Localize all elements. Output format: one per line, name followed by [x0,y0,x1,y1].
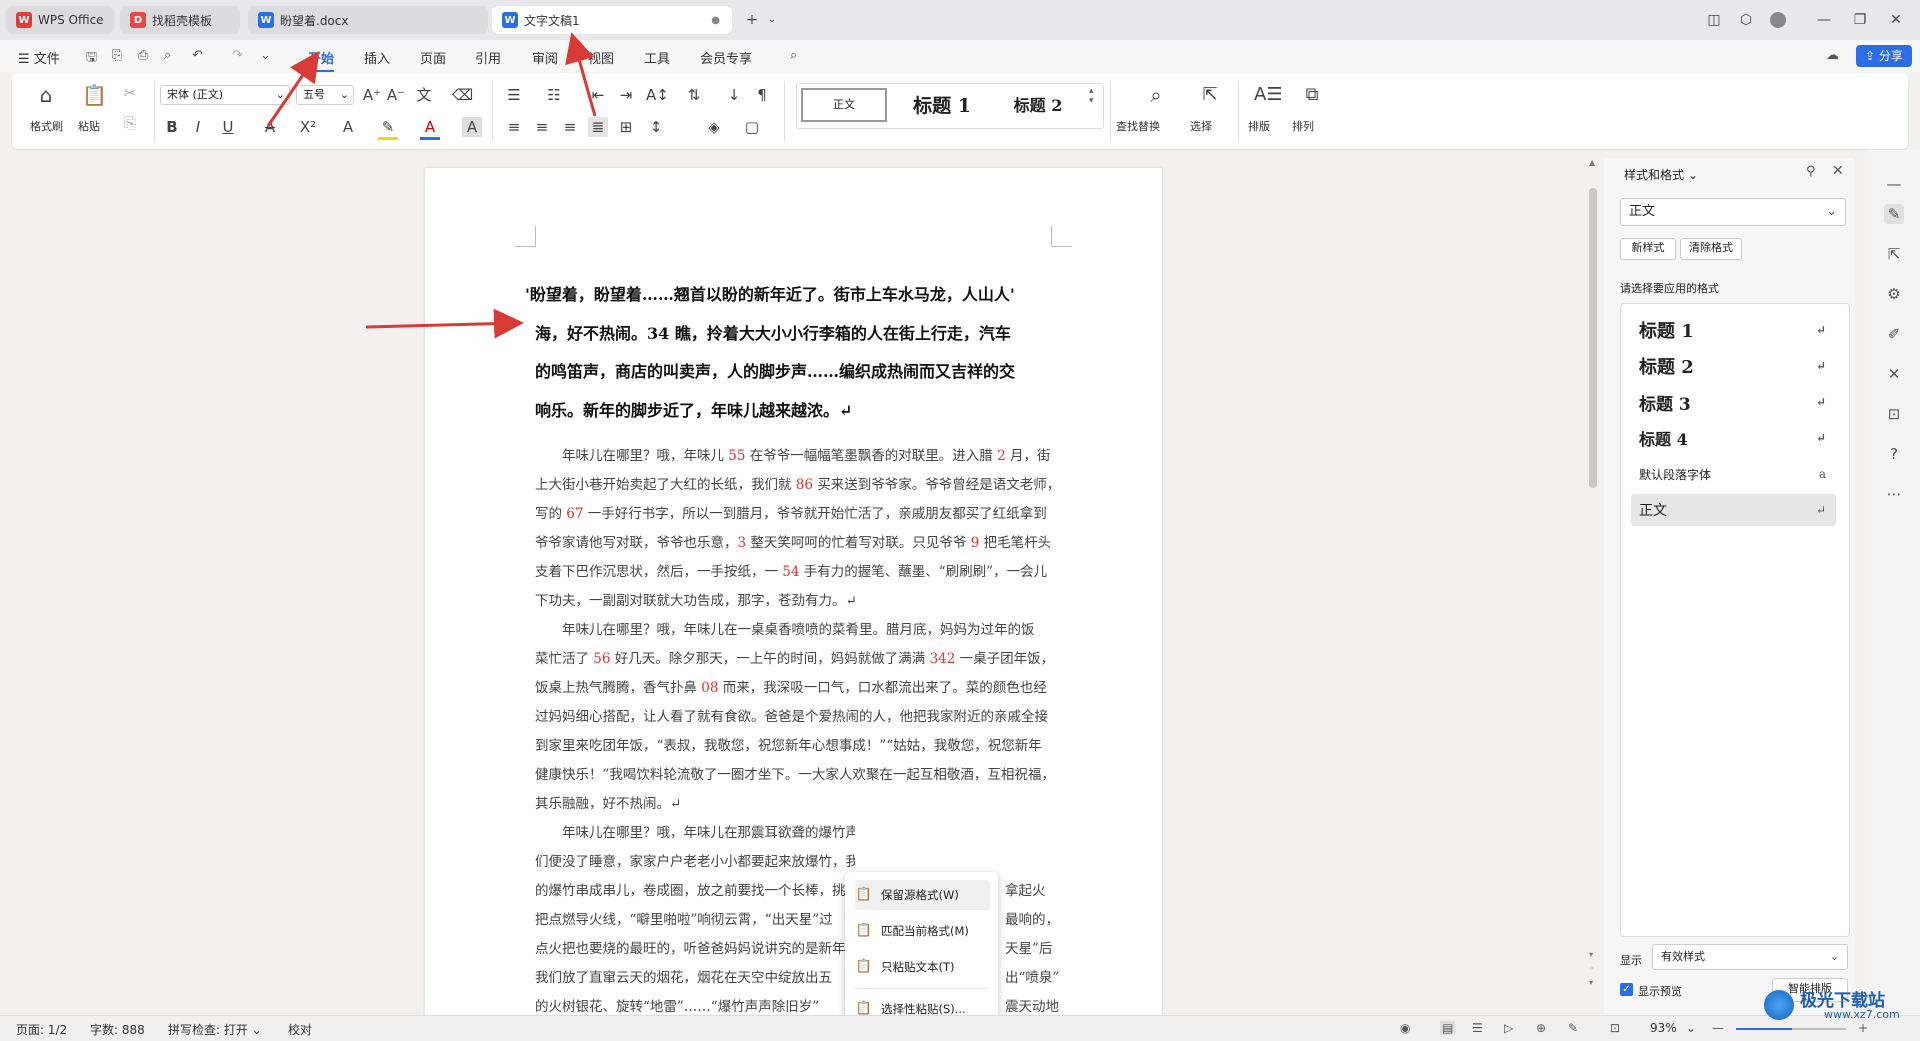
chevron-down-icon: ⌄ [1829,950,1839,963]
eye-icon[interactable]: ◉ [1400,1021,1410,1035]
current-style-value: 正文 [1629,204,1656,219]
preview-checkbox[interactable]: ✓ [1620,983,1633,996]
panel-title-label: 样式和格式 [1624,168,1685,182]
clipboard-icon: 📋 [855,923,873,938]
proofread[interactable]: 校对 [288,1021,312,1038]
reader-icon[interactable]: ⊡ [1884,404,1904,424]
outline-view-icon[interactable]: ☰ [1472,1021,1483,1035]
help-icon[interactable]: ? [1884,444,1904,464]
keep-source-format-item[interactable]: 📋 保留源格式(W) [855,880,990,910]
watermark-url: www.xz7.com [1824,1008,1900,1021]
document-scrollbar[interactable]: ▲ ▾ ◦ ▾ [1588,158,1598,998]
return-icon: ↵ [1815,395,1826,409]
edit-doc-icon[interactable]: ✐ [1884,324,1904,344]
zoom-out-icon[interactable]: — [1712,1021,1724,1035]
return-icon: ↵ [1815,359,1826,373]
arrow-to-docx-tab [266,51,320,127]
zoom-slider[interactable] [1736,1028,1846,1030]
pin-icon[interactable]: ⚲ [1806,164,1816,179]
show-select[interactable]: 有效样式 ⌄ [1652,944,1848,970]
menu-label: 匹配当前格式(M) [881,924,969,938]
return-icon: ↵ [1815,503,1826,517]
return-icon: ↵ [1815,323,1826,337]
style-list-item[interactable]: 标题 1 ↵ [1631,314,1836,346]
select-pointer-icon[interactable]: ⇱ [1884,244,1904,264]
play-icon[interactable]: ▷ [1504,1021,1513,1035]
page-view-icon[interactable]: ▤ [1440,1021,1456,1035]
style-list-item[interactable]: 标题 2 ↵ [1631,350,1836,382]
new-style-button[interactable]: 新样式 [1620,238,1676,260]
style-name: 标题 1 [1639,321,1694,342]
menu-divider [855,988,988,989]
panel-title[interactable]: 样式和格式 ⌄ [1624,166,1698,183]
tools-icon[interactable]: ✕ [1884,364,1904,384]
chevron-down-icon: ⌄ [1826,204,1837,219]
scroll-nav-icons[interactable]: ▾ ◦ ▾ [1589,948,1594,990]
return-icon: ↵ [1815,431,1826,445]
style-list-item-selected[interactable]: 正文 ↵ [1631,494,1836,526]
arrow-to-wengao-tab [565,32,597,117]
show-value: 有效样式 [1661,950,1705,963]
style-name: 标题 4 [1639,430,1688,449]
paste-options-menu: 📋 保留源格式(W) 📋 匹配当前格式(M) 📋 只粘贴文本(T) 📋 选择性粘贴(S)… [845,872,998,1032]
close-icon[interactable]: ✕ [1832,163,1844,179]
right-sidebar: — ✎ ⇱ ⚙ ✐ ✕ ⊡ ? ⋯ [1866,150,1920,1015]
current-style-select[interactable]: 正文 ⌄ [1620,198,1846,226]
zoom-slider-fill [1736,1028,1792,1030]
status-bar: 页面: 1/2 字数: 888 拼写检查: 打开 ⌄ 校对 ◉ ▤ ☰ ▷ ⊕ … [0,1015,1920,1041]
spell-check[interactable]: 拼写检查: 打开 ⌄ [168,1021,262,1038]
fit-icon[interactable]: ⊡ [1610,1021,1620,1035]
preview-label: 显示预览 [1638,985,1682,998]
pen-icon[interactable]: ✎ [1568,1021,1578,1035]
more-icon[interactable]: ⋯ [1884,484,1904,504]
watermark-globe-icon [1764,990,1794,1020]
web-view-icon[interactable]: ⊕ [1536,1021,1546,1035]
style-list-item[interactable]: 标题 4 ↵ [1631,422,1836,454]
watermark-logo: 极光下载站 www.xz7.com [1764,986,1914,1026]
style-name: 默认段落字体 [1639,467,1712,482]
style-list: 标题 1 ↵ 标题 2 ↵ 标题 3 ↵ 标题 4 ↵ 默认段落字体 a 正文 ↵ [1620,303,1850,937]
style-brush-icon[interactable]: ✎ [1884,204,1904,224]
arrow-to-bold-paragraph [365,308,524,339]
paste-text-only-item[interactable]: 📋 只粘贴文本(T) [855,952,990,982]
clipboard-icon: 📋 [855,887,873,902]
style-name: 正文 [1639,503,1667,519]
clipboard-text-icon: 📋 [855,959,873,974]
match-current-format-item[interactable]: 📋 匹配当前格式(M) [855,916,990,946]
menu-label: 只粘贴文本(T) [881,960,955,974]
spell-check-label: 拼写检查: 打开 [168,1023,248,1037]
style-list-item[interactable]: 默认段落字体 a [1631,458,1836,490]
adjust-icon[interactable]: ⚙ [1884,284,1904,304]
scroll-up-icon[interactable]: ▲ [1589,158,1595,167]
word-count[interactable]: 字数: 888 [90,1021,145,1038]
collapse-icon[interactable]: — [1884,174,1904,194]
style-name: 标题 3 [1639,394,1691,415]
style-name: 标题 2 [1639,357,1694,378]
panel-prompt: 请选择要应用的格式 [1620,282,1719,295]
chevron-down-icon[interactable]: ⌄ [1686,1021,1696,1035]
scroll-thumb[interactable] [1589,188,1597,488]
page-indicator[interactable]: 页面: 1/2 [16,1021,67,1038]
clear-format-button[interactable]: 清除格式 [1680,238,1742,260]
menu-label: 保留源格式(W) [881,888,959,902]
show-label: 显示 [1620,954,1642,967]
zoom-level[interactable]: 93% [1650,1021,1677,1035]
style-list-item[interactable]: 标题 3 ↵ [1631,386,1836,418]
char-style-icon: a [1818,467,1826,481]
styles-panel: 样式和格式 ⌄ ⚲ ✕ 正文 ⌄ 新样式 清除格式 请选择要应用的格式 标题 1 ↵… [1604,158,1854,1018]
